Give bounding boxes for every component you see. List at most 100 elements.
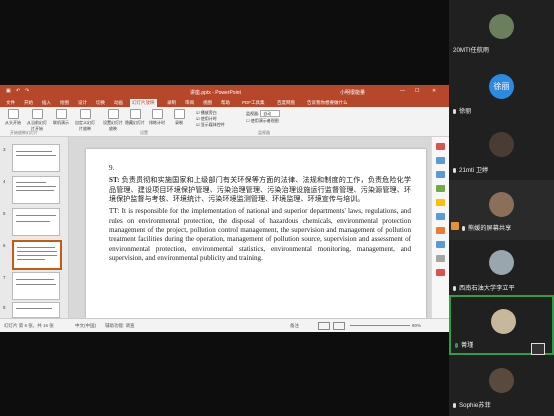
mic-icon (462, 225, 465, 231)
group-label-start: 开始放映幻灯片 (10, 130, 38, 135)
slide-canvas[interactable]: 9. ST: 负责贯彻和实施国家和上级部门有关环保等方面的法律、法规和制度的工作… (86, 149, 426, 318)
custom-show-icon (79, 109, 91, 119)
target-text: TT: It is responsible for the implementa… (109, 207, 411, 263)
participant-tile[interactable]: Sophie苏菲 (449, 356, 554, 416)
thumb-number: 8 (3, 305, 6, 310)
minimize-icon[interactable]: — (400, 88, 405, 94)
participant-name: 熊媛的屏幕共享 (468, 225, 512, 232)
sorter-view-icon[interactable] (333, 322, 345, 330)
zoom-level[interactable]: 80% (412, 323, 421, 328)
slide-text-box[interactable]: 9. ST: 负责贯彻和实施国家和上级部门有关环保等方面的法律、法规和制度的工作… (109, 164, 411, 266)
tab-transitions[interactable]: 切换 (94, 99, 107, 107)
participant-name: 21mti 卫婷 (459, 167, 489, 174)
tab-draw[interactable]: 绘图 (58, 99, 71, 107)
participant-name: Sophie苏菲 (459, 402, 491, 409)
tool-icon[interactable] (436, 157, 445, 164)
tt-label: TT: (109, 207, 120, 216)
tab-animations[interactable]: 动画 (112, 99, 125, 107)
avatar: 徐丽 (489, 74, 514, 99)
tool-icon[interactable] (436, 269, 445, 276)
slide-counter: 幻灯片 第 6 张，共 16 张 (4, 323, 54, 328)
slideshow-current-icon (31, 109, 43, 119)
media-controls-check[interactable]: ☑ 显示媒体控件 (196, 122, 225, 128)
tab-slideshow[interactable]: 幻灯片放映 (130, 99, 157, 107)
tab-review[interactable]: 审阅 (183, 99, 196, 107)
close-icon[interactable]: ✕ (432, 88, 436, 94)
from-beginning-button[interactable]: 从头开始 (2, 109, 24, 126)
participant-tile[interactable]: 21mti 卫婷 (449, 120, 554, 180)
participant-tile[interactable]: 西南石油大学李立平 (449, 240, 554, 300)
tab-insert[interactable]: 插入 (40, 99, 53, 107)
tool-icon[interactable] (436, 241, 445, 248)
tool-icon[interactable] (436, 143, 445, 150)
tab-home[interactable]: 开始 (22, 99, 35, 107)
tool-icon[interactable] (436, 171, 445, 178)
slide-thumbnail[interactable] (12, 302, 60, 318)
monitor-select[interactable]: 自动 (260, 110, 281, 117)
monitor-label: 监视器 (246, 111, 258, 116)
timer-icon (151, 109, 163, 119)
participant-tile-active-speaker[interactable]: 菁瑾 (449, 295, 554, 355)
slide-thumbnail[interactable] (12, 208, 60, 236)
user-name[interactable]: 小明很能量 (340, 89, 365, 96)
avatar (489, 368, 514, 393)
hide-slide-button[interactable]: 隐藏幻灯片 (124, 109, 146, 126)
avatar (489, 14, 514, 39)
maximize-icon[interactable]: ☐ (415, 88, 419, 94)
record-button[interactable]: 录制 (168, 109, 190, 126)
tool-icon[interactable] (436, 227, 445, 234)
setup-show-button[interactable]: 设置幻灯片放映 (102, 109, 124, 132)
tab-baidu-pan[interactable]: 百度网盘 (275, 99, 297, 107)
participant-name: 徐丽 (459, 108, 472, 115)
monitor-group: 监视器: 自动 ☐ 使用演示者视图 (246, 110, 281, 124)
slide-thumbnail[interactable] (12, 272, 60, 300)
mic-icon (453, 285, 456, 291)
mic-icon (453, 402, 456, 408)
tool-icon[interactable] (436, 199, 445, 206)
slide-thumbnail-selected[interactable] (12, 240, 62, 270)
slide-thumbnail[interactable] (12, 176, 60, 204)
zoom-slider[interactable] (350, 325, 410, 326)
share-indicator-icon (451, 222, 459, 230)
participants-panel: 20MTI任航雨 徐丽 徐丽 21mti 卫婷 熊媛的屏幕共享 西南石油大学李立… (449, 0, 554, 416)
tab-view[interactable]: 视图 (201, 99, 214, 107)
accessibility-status[interactable]: 辅助功能: 调查 (105, 323, 135, 329)
custom-show-button[interactable]: 自定义幻灯片放映 (74, 109, 96, 132)
participant-name: 菁瑾 (461, 342, 474, 349)
presenter-view-check[interactable]: ☐ 使用演示者视图 (246, 117, 280, 124)
mic-icon (453, 108, 456, 114)
participant-tile[interactable]: 20MTI任航雨 (449, 0, 554, 60)
online-present-button[interactable]: 联机演示 (50, 109, 72, 126)
tab-design[interactable]: 设计 (76, 99, 89, 107)
rehearse-timings-button[interactable]: 排练计时 (146, 109, 168, 126)
group-label-monitor: 监视器 (258, 130, 270, 135)
slideshow-icon (7, 109, 19, 119)
language-indicator[interactable]: 中文(中国) (75, 323, 96, 329)
expand-icon[interactable] (531, 343, 545, 355)
normal-view-icon[interactable] (318, 322, 330, 330)
participant-tile[interactable]: 徐丽 徐丽 (449, 60, 554, 120)
tab-file[interactable]: 文件 (4, 99, 17, 107)
avatar (491, 309, 516, 334)
undo-icon[interactable]: ↶ (16, 88, 20, 94)
tool-icon[interactable] (436, 213, 445, 220)
notes-button[interactable]: 备注 (290, 323, 299, 329)
from-current-button[interactable]: 从当前幻灯片开始 (26, 109, 48, 132)
save-icon[interactable]: ▣ (6, 88, 11, 94)
thumb-number: 4 (3, 179, 6, 184)
tab-help[interactable]: 帮助 (219, 99, 232, 107)
avatar (489, 132, 514, 157)
mic-icon (453, 167, 456, 173)
window-title: 讲座.pptx - PowerPoint (190, 90, 241, 96)
status-bar: 幻灯片 第 6 张，共 16 张 中文(中国) 辅助功能: 调查 备注 80% (0, 318, 449, 332)
tool-icon[interactable] (436, 185, 445, 192)
slide-thumbnail[interactable] (12, 144, 60, 172)
tab-pdf-tools[interactable]: PDF工具集 (240, 99, 267, 107)
redo-icon[interactable]: ↷ (25, 88, 29, 94)
show-options: ☑ 播放旁白 ☑ 使用计时 ☑ 显示媒体控件 (196, 110, 225, 128)
tell-me-search[interactable]: 告诉我你想要做什么 (305, 99, 350, 107)
participant-tile-screenshare[interactable]: 熊媛的屏幕共享 (449, 180, 554, 240)
thumbnail-pane: 3 4 5 6 7 8 (0, 137, 69, 318)
tool-icon[interactable] (436, 255, 445, 262)
tab-record[interactable]: 录制 (165, 99, 178, 107)
